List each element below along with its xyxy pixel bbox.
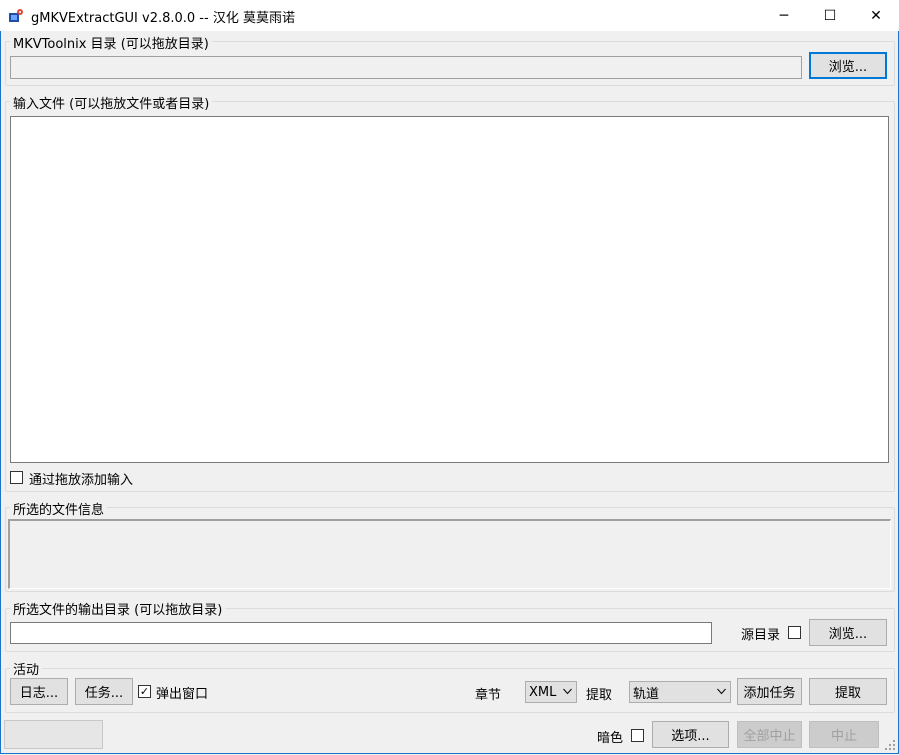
source-dir-label: 源目录 bbox=[741, 628, 781, 643]
mkvtoolnix-group-label: MKVToolnix 目录 (可以拖放目录) bbox=[10, 33, 212, 52]
extract-mode-label: 提取 bbox=[586, 688, 613, 703]
resize-grip-icon[interactable] bbox=[883, 738, 896, 751]
output-browse-button[interactable]: 浏览... bbox=[809, 619, 887, 646]
minimize-icon: ─ bbox=[779, 7, 789, 24]
mkvtoolnix-path-field[interactable] bbox=[10, 56, 802, 79]
maximize-icon: ☐ bbox=[823, 7, 837, 24]
chevron-down-icon bbox=[563, 687, 572, 698]
add-job-button[interactable]: 添加任务 bbox=[737, 678, 802, 705]
source-dir-checkbox[interactable] bbox=[788, 626, 801, 639]
window-title: gMKVExtractGUI v2.8.0.0 -- 汉化 莫莫雨诺 bbox=[31, 11, 295, 26]
abort-all-button[interactable]: 全部中止 bbox=[737, 721, 802, 748]
input-files-tree[interactable] bbox=[10, 116, 889, 463]
append-on-drop-label: 通过拖放添加输入 bbox=[29, 473, 134, 488]
dark-mode-checkbox[interactable] bbox=[631, 729, 644, 742]
options-button[interactable]: 选项... bbox=[652, 721, 729, 748]
progress-box bbox=[4, 720, 103, 749]
output-dir-group-label: 所选文件的输出目录 (可以拖放目录) bbox=[10, 599, 226, 618]
close-icon: ✕ bbox=[870, 7, 882, 24]
append-on-drop-checkbox[interactable] bbox=[10, 471, 23, 484]
extract-mode-value: 轨道 bbox=[633, 686, 660, 702]
jobs-button[interactable]: 任务... bbox=[75, 678, 133, 705]
title-bar[interactable]: gMKVExtractGUI v2.8.0.0 -- 汉化 莫莫雨诺 ─ ☐ ✕ bbox=[0, 0, 899, 31]
minimize-button[interactable]: ─ bbox=[761, 0, 807, 31]
popup-checkbox[interactable]: ✓ bbox=[138, 685, 151, 698]
extract-mode-select[interactable]: 轨道 bbox=[629, 681, 731, 703]
checkmark-icon: ✓ bbox=[139, 685, 150, 698]
extract-button[interactable]: 提取 bbox=[809, 678, 887, 705]
file-info-panel bbox=[8, 519, 891, 589]
log-button[interactable]: 日志... bbox=[10, 678, 68, 705]
chapters-label: 章节 bbox=[475, 688, 502, 703]
app-icon bbox=[8, 8, 24, 24]
abort-button[interactable]: 中止 bbox=[809, 721, 879, 748]
popup-label: 弹出窗口 bbox=[156, 687, 209, 702]
dark-mode-label: 暗色 bbox=[597, 731, 624, 746]
maximize-button[interactable]: ☐ bbox=[807, 0, 853, 31]
mkvtoolnix-browse-button[interactable]: 浏览... bbox=[809, 52, 887, 79]
file-info-group-label: 所选的文件信息 bbox=[10, 499, 108, 518]
actions-group-label: 活动 bbox=[10, 659, 43, 678]
chapters-format-select[interactable]: XML bbox=[525, 681, 577, 703]
close-button[interactable]: ✕ bbox=[853, 0, 899, 31]
chapters-format-value: XML bbox=[529, 684, 557, 700]
input-files-group-label: 输入文件 (可以拖放文件或者目录) bbox=[10, 93, 213, 112]
chevron-down-icon bbox=[717, 687, 726, 698]
output-dir-field[interactable] bbox=[10, 622, 712, 644]
